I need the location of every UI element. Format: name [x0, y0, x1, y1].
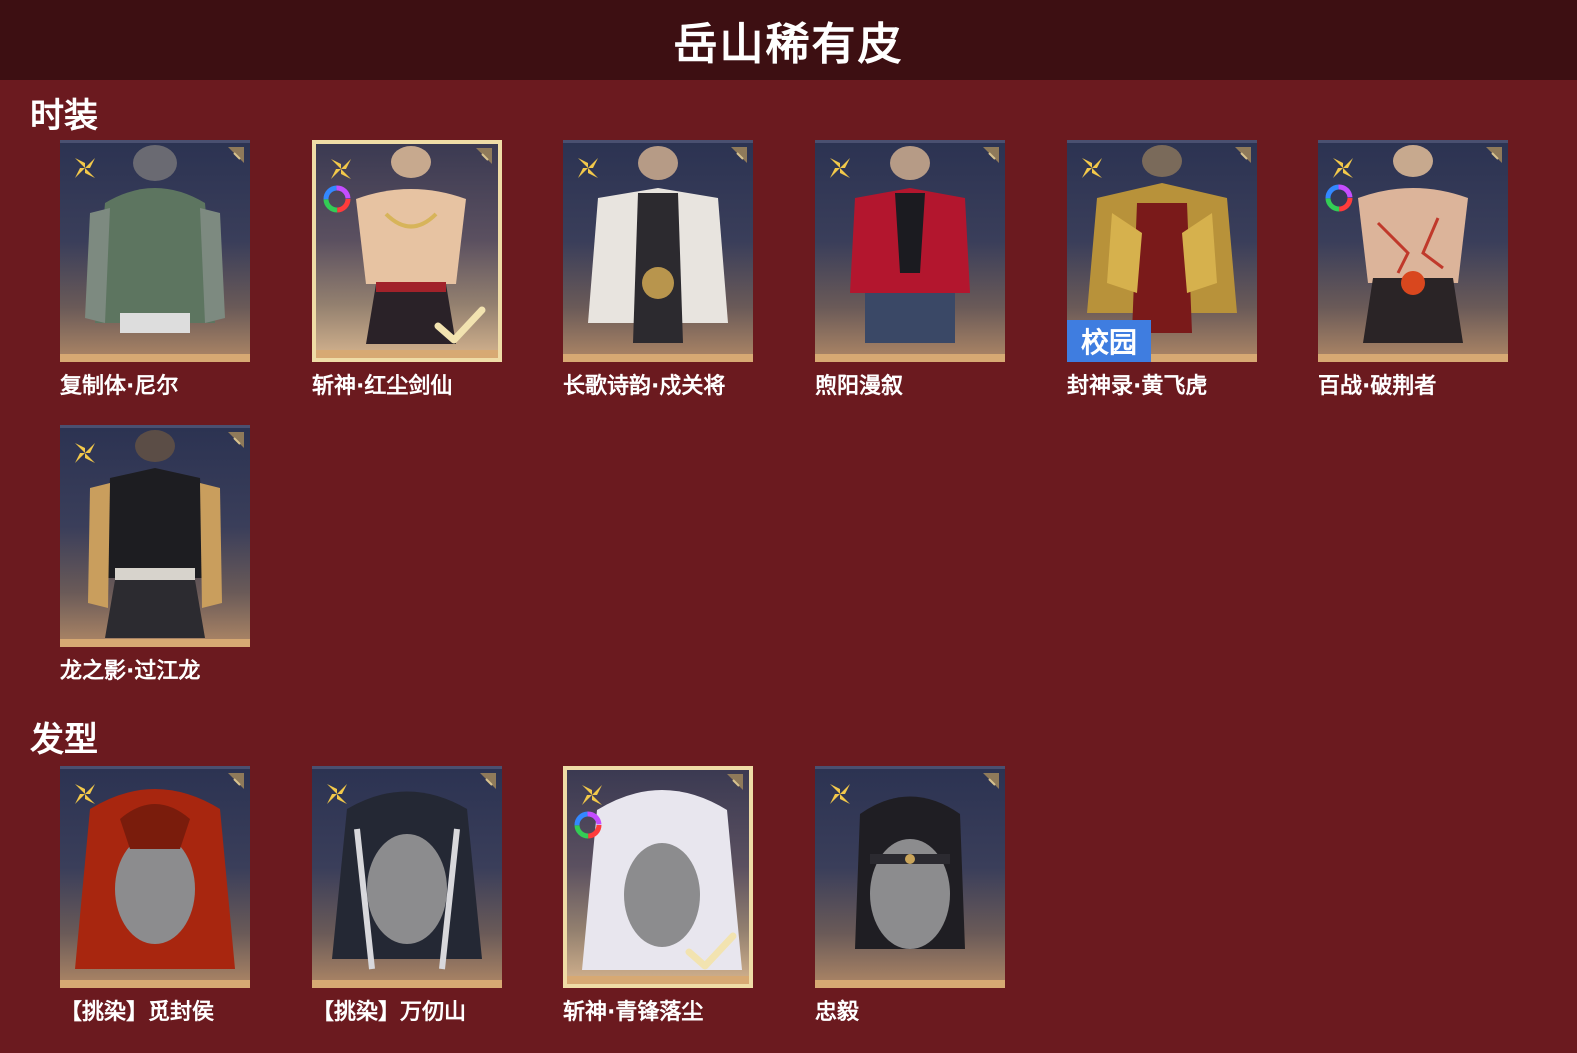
hair-card-3[interactable]: 忠毅 — [815, 766, 1005, 1025]
flower-icon — [75, 443, 95, 463]
corner-tag-icon — [1235, 147, 1251, 163]
outfit-name: 龙之影·过江龙 — [60, 659, 201, 684]
outfit-card-3[interactable]: 煦阳漫叙 — [815, 140, 1005, 399]
flower-icon — [327, 784, 347, 804]
flower-icon — [1082, 158, 1102, 178]
flower-icon — [1333, 158, 1353, 178]
outfit-tile-selected — [312, 140, 502, 362]
corner-tag-icon — [476, 148, 492, 164]
hair-name: 斩神·青锋落尘 — [563, 1000, 704, 1025]
color-ring-icon — [1325, 184, 1353, 212]
outfit-tile — [1318, 140, 1508, 362]
outfit-name: 百战·破荆者 — [1318, 374, 1437, 399]
corner-tag-icon — [228, 773, 244, 789]
outfit-name: 长歌诗韵·戍关将 — [563, 374, 726, 399]
corner-tag-icon — [983, 773, 999, 789]
outfit-tile — [60, 140, 250, 362]
page-title: 岳山稀有皮 — [673, 19, 904, 70]
hair-name: 忠毅 — [815, 1000, 860, 1025]
section-title-hairstyles: 发型 — [30, 720, 98, 760]
outfit-card-5[interactable]: 百战·破荆者 — [1318, 140, 1508, 399]
flower-icon — [75, 784, 95, 804]
flower-icon — [331, 159, 351, 179]
outfit-tile — [60, 425, 250, 647]
outfit-tile: 校园 — [1067, 140, 1257, 362]
hair-card-2[interactable]: 斩神·青锋落尘 — [563, 766, 753, 1025]
outfit-tile — [563, 140, 753, 362]
hair-name: 【挑染】觅封侯 — [60, 1000, 215, 1025]
outfit-name: 煦阳漫叙 — [815, 374, 904, 399]
outfit-card-2[interactable]: 长歌诗韵·戍关将 — [563, 140, 753, 399]
flower-icon — [75, 158, 95, 178]
outfit-card-1[interactable]: 斩神·红尘剑仙 — [312, 140, 502, 399]
hair-card-1[interactable]: 【挑染】万仞山 — [312, 766, 502, 1025]
corner-tag-icon — [480, 773, 496, 789]
checkmark-icon — [685, 932, 737, 970]
campus-badge: 校园 — [1067, 320, 1151, 362]
outfit-card-4[interactable]: 校园 封神录·黄飞虎 — [1067, 140, 1257, 399]
flower-icon — [582, 785, 602, 805]
outfit-name: 斩神·红尘剑仙 — [312, 374, 453, 399]
hair-tile — [815, 766, 1005, 988]
corner-tag-icon — [228, 432, 244, 448]
color-ring-icon — [574, 811, 602, 839]
corner-tag-icon — [983, 147, 999, 163]
flower-icon — [830, 784, 850, 804]
hair-tile — [60, 766, 250, 988]
hair-tile — [312, 766, 502, 988]
hair-card-0[interactable]: 【挑染】觅封侯 — [60, 766, 250, 1025]
hair-name: 【挑染】万仞山 — [312, 1000, 467, 1025]
page-header: 岳山稀有皮 — [0, 0, 1577, 80]
corner-tag-icon — [228, 147, 244, 163]
corner-tag-icon — [1486, 147, 1502, 163]
section-title-outfits: 时装 — [30, 96, 98, 136]
flower-icon — [578, 158, 598, 178]
hair-tile-selected — [563, 766, 753, 988]
outfit-tile — [815, 140, 1005, 362]
flower-icon — [830, 158, 850, 178]
corner-tag-icon — [731, 147, 747, 163]
outfit-card-6[interactable]: 龙之影·过江龙 — [60, 425, 250, 684]
corner-tag-icon — [727, 774, 743, 790]
color-ring-icon — [323, 185, 351, 213]
outfit-name: 复制体·尼尔 — [60, 374, 179, 399]
outfit-name: 封神录·黄飞虎 — [1067, 374, 1208, 399]
checkmark-icon — [434, 306, 486, 344]
outfit-card-0[interactable]: 复制体·尼尔 — [60, 140, 250, 399]
